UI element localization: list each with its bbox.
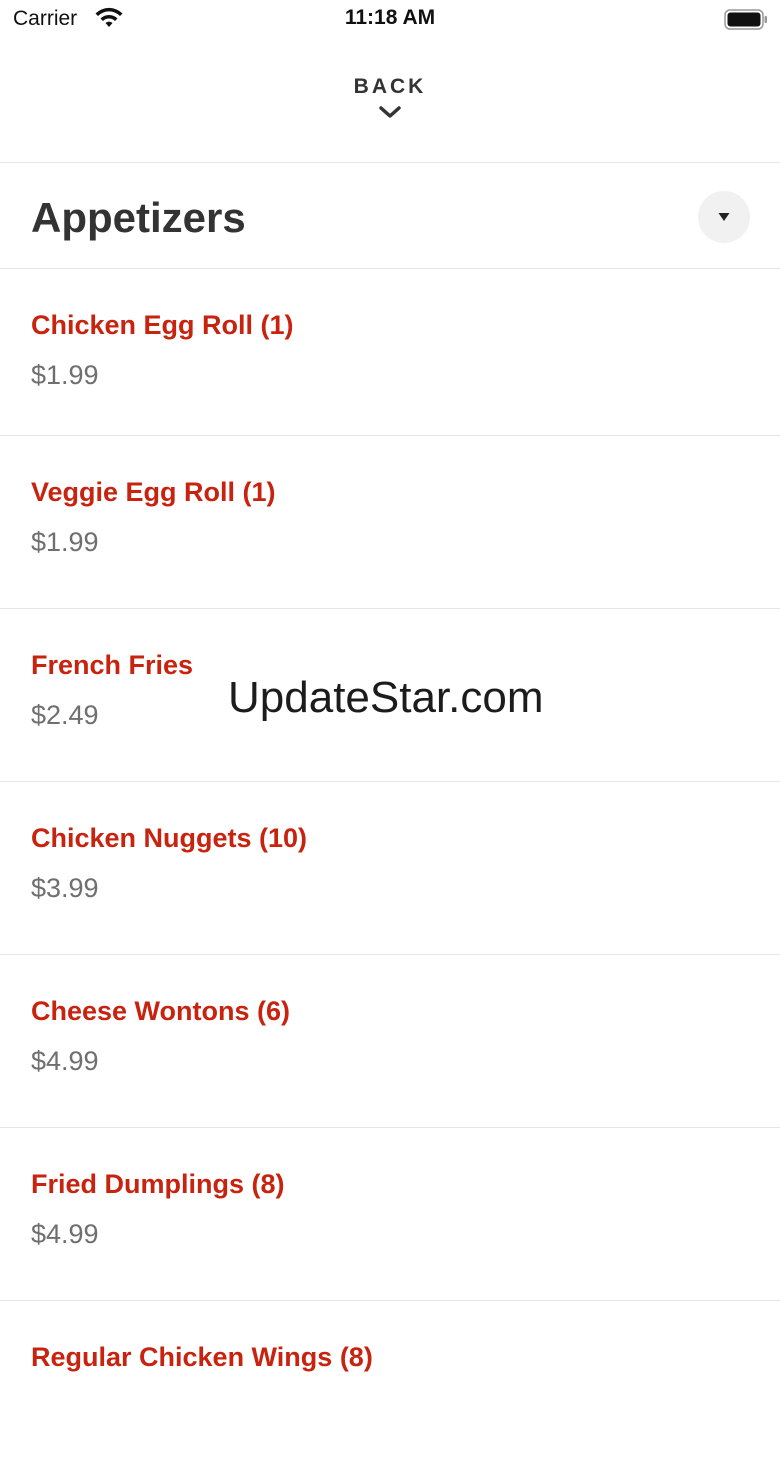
menu-item-name: Chicken Egg Roll (1) [31,310,294,340]
status-time: 11:18 AM [344,6,436,29]
menu-item-name: Cheese Wontons (6) [31,996,291,1026]
section-collapse-button[interactable] [698,191,750,243]
watermark-text: UpdateStar.com [228,673,544,722]
back-label: BACK [353,75,427,98]
menu-item-name: French Fries [31,650,194,680]
menu-item-name: Veggie Egg Roll (1) [31,477,276,507]
menu-item-price: $1.99 [31,527,99,557]
status-bar: Carrier 11:18 AM [0,0,780,40]
menu-item-price: $2.49 [31,700,99,730]
menu-item-price: $3.99 [31,873,99,903]
chevron-down-icon [379,106,401,118]
menu-item[interactable]: Chicken Nuggets (10) $3.99 [0,781,780,954]
section-title: Appetizers [31,194,246,241]
menu-item-price: $4.99 [31,1219,99,1249]
menu-item[interactable]: Veggie Egg Roll (1) $1.99 [0,435,780,608]
menu-item-price: $1.99 [31,360,99,390]
menu-item-name: Fried Dumplings (8) [31,1169,285,1199]
menu-item[interactable]: Cheese Wontons (6) $4.99 [0,954,780,1127]
menu-item-price: $4.99 [31,1046,99,1076]
menu-item-name: Regular Chicken Wings (8) [31,1342,373,1372]
menu-item[interactable]: Fried Dumplings (8) $4.99 [0,1127,780,1300]
menu-item-list: Chicken Egg Roll (1) $1.99 Veggie Egg Ro… [0,268,780,1473]
section-header: Appetizers [0,163,780,268]
menu-item[interactable]: Chicken Egg Roll (1) $1.99 [0,268,780,435]
caret-down-icon [718,213,730,221]
menu-item-name: Chicken Nuggets (10) [31,823,308,853]
back-button[interactable]: BACK [290,70,490,140]
battery-icon [724,9,767,30]
